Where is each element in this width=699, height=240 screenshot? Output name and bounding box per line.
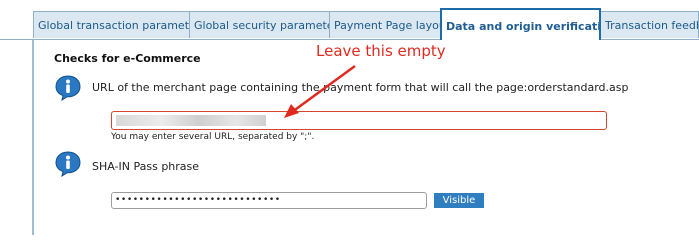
tab-data-and-origin-verification[interactable]: Data and origin verification [440,8,601,40]
